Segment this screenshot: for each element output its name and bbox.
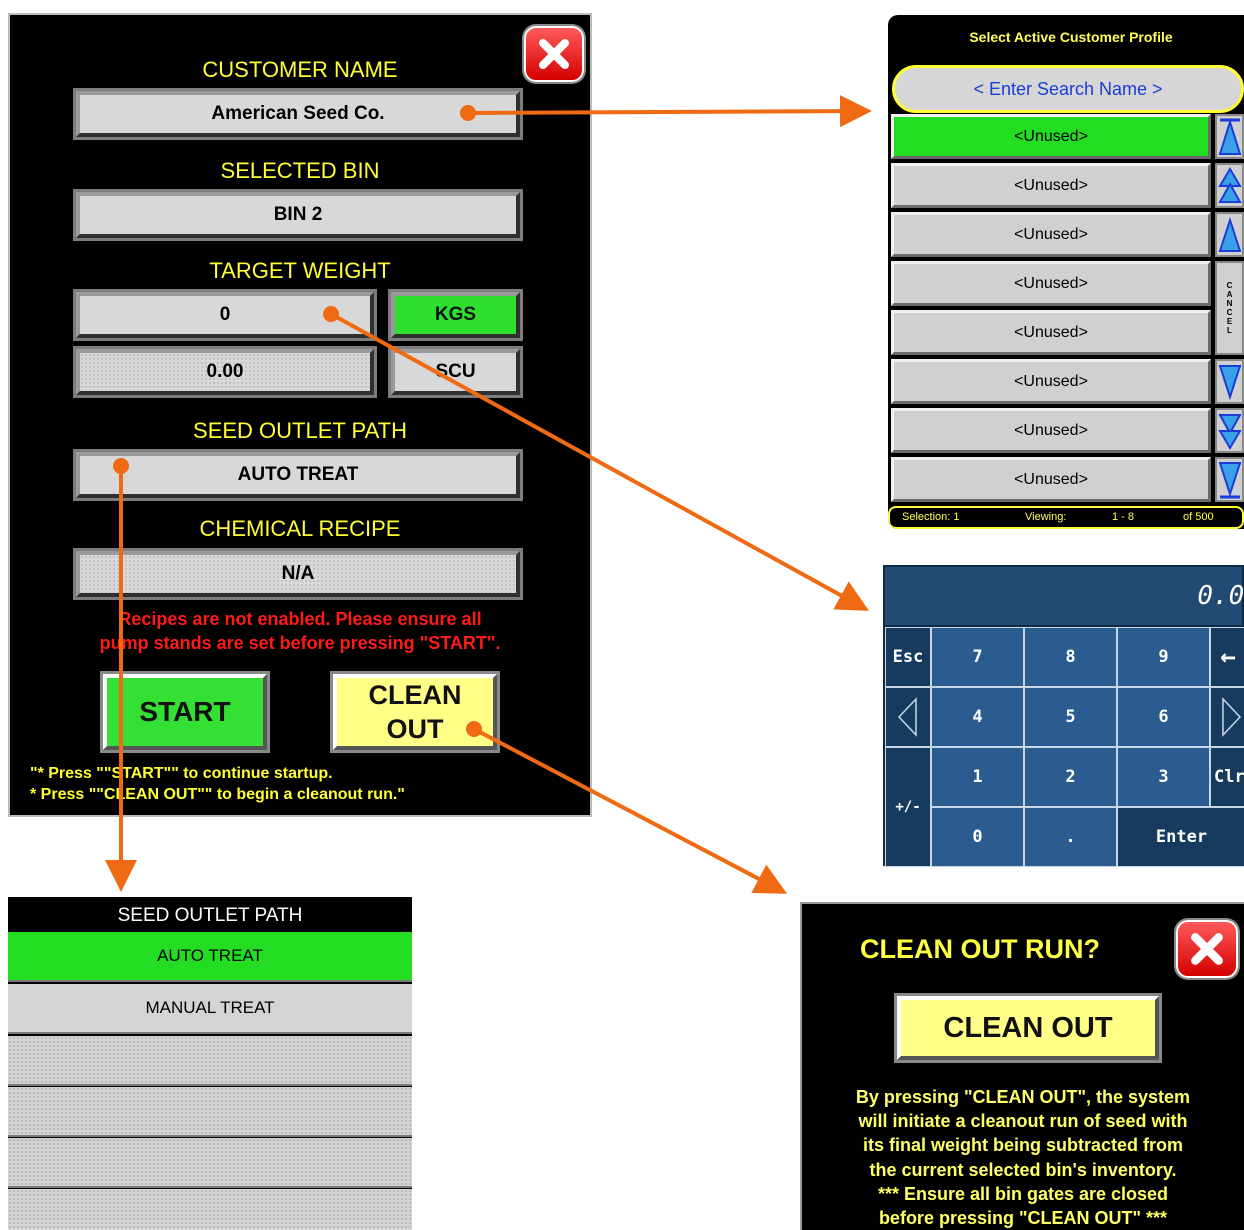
profile-row[interactable]: <Unused>: [891, 359, 1211, 404]
keypad-display-value: 0.00: [1197, 581, 1244, 611]
right-triangle-icon: [1222, 697, 1242, 737]
search-name-input[interactable]: < Enter Search Name >: [892, 65, 1244, 113]
dialog-text-line: before pressing "CLEAN OUT" ***: [878, 1208, 1168, 1228]
outlet-option-auto-treat[interactable]: AUTO TREAT: [8, 932, 412, 982]
profile-row[interactable]: <Unused>: [891, 261, 1211, 306]
scu-unit-button[interactable]: SCU: [388, 346, 523, 398]
selected-bin-label: SELECTED BIN: [220, 158, 380, 183]
selected-bin-field[interactable]: BIN 2: [73, 189, 523, 241]
status-selection: Selection: 1: [902, 511, 960, 523]
esc-key[interactable]: Esc: [885, 627, 931, 687]
target-weight-field[interactable]: 0: [73, 289, 377, 341]
key-9[interactable]: 9: [1117, 627, 1210, 687]
recipe-warning-line1: Recipes are not enabled. Please ensure a…: [118, 609, 482, 629]
outlet-option-empty: [8, 1138, 412, 1188]
start-button-label: START: [139, 696, 231, 727]
double-down-icon: [1217, 413, 1242, 450]
dialog-text-line: By pressing "CLEAN OUT", the system: [855, 1087, 1191, 1107]
customer-name-field[interactable]: American Seed Co.: [73, 88, 523, 140]
page-up-button[interactable]: [1215, 163, 1244, 208]
backspace-key[interactable]: ←: [1210, 627, 1244, 687]
outlet-option-manual-treat[interactable]: MANUAL TREAT: [8, 984, 412, 1034]
profile-row[interactable]: <Unused>: [891, 163, 1211, 208]
enter-key[interactable]: Enter: [1117, 807, 1244, 867]
status-viewing: Viewing:: [1025, 511, 1067, 523]
outlet-option-empty: [8, 1036, 412, 1086]
decimal-key[interactable]: .: [1024, 807, 1117, 867]
clear-key[interactable]: Clr: [1210, 747, 1244, 807]
clean-out-label-line2: OUT: [386, 714, 444, 744]
page-down-button[interactable]: [1215, 408, 1244, 453]
key-5[interactable]: 5: [1024, 687, 1117, 747]
plus-minus-key[interactable]: +/-: [885, 747, 931, 867]
clean-out-label-line1: CLEAN: [368, 680, 462, 710]
profile-row[interactable]: <Unused>: [891, 114, 1211, 159]
customer-name-label: CUSTOMER NAME: [202, 57, 398, 82]
scroll-up-button[interactable]: [1215, 212, 1244, 257]
profile-row[interactable]: <Unused>: [891, 310, 1211, 355]
dialog-clean-out-button[interactable]: CLEAN OUT: [894, 993, 1162, 1063]
profile-row[interactable]: <Unused>: [891, 457, 1211, 502]
status-range: 1 - 8: [1112, 511, 1135, 523]
left-triangle-icon: [897, 697, 917, 737]
key-0[interactable]: 0: [931, 807, 1024, 867]
scroll-top-button[interactable]: [1215, 114, 1244, 159]
keypad-display: 0.00: [885, 567, 1244, 627]
cancel-label: CANCEL: [1225, 281, 1234, 335]
clean-out-dialog-title: CLEAN OUT RUN?: [860, 934, 1100, 964]
scroll-top-icon: [1218, 118, 1241, 155]
clean-out-hint: * Press ""CLEAN OUT"" to begin a cleanou…: [30, 786, 405, 803]
key-2[interactable]: 2: [1024, 747, 1117, 807]
up-arrow-icon: [1218, 216, 1241, 252]
key-3[interactable]: 3: [1117, 747, 1210, 807]
outlet-option-empty: [8, 1189, 412, 1230]
seed-outlet-field[interactable]: AUTO TREAT: [73, 449, 523, 501]
start-button[interactable]: START: [100, 671, 270, 753]
kgs-unit-button[interactable]: KGS: [388, 289, 523, 341]
close-icon: [1191, 933, 1223, 965]
recipe-warning-line2: pump stands are set before pressing "STA…: [99, 633, 501, 653]
target-weight-label: TARGET WEIGHT: [209, 258, 391, 283]
dialog-text-line: its final weight being subtracted from: [862, 1135, 1184, 1155]
profile-row[interactable]: <Unused>: [891, 212, 1211, 257]
outlet-list-title: SEED OUTLET PATH: [117, 905, 303, 926]
chemical-recipe-label: CHEMICAL RECIPE: [199, 516, 401, 541]
scroll-down-button[interactable]: [1215, 359, 1244, 404]
dialog-text-line: will initiate a cleanout run of seed wit…: [858, 1111, 1188, 1131]
cancel-button[interactable]: CANCEL: [1215, 261, 1244, 355]
key-6[interactable]: 6: [1117, 687, 1210, 747]
dialog-close-button[interactable]: [1176, 920, 1238, 978]
down-arrow-icon: [1218, 364, 1241, 400]
clean-out-button[interactable]: CLEAN OUT: [330, 671, 500, 753]
numeric-keypad: 0.00 Esc 7 8 9 ← 4 5 6 +/- 1 2 3 Clr 0 .…: [883, 565, 1244, 867]
setup-panel: CUSTOMER NAME American Seed Co. SELECTED…: [8, 13, 592, 817]
chemical-recipe-field: N/A: [73, 548, 523, 600]
dialog-text-line: the current selected bin's inventory.: [869, 1160, 1177, 1180]
profile-title: Select Active Customer Profile: [969, 29, 1173, 45]
key-7[interactable]: 7: [931, 627, 1024, 687]
key-1[interactable]: 1: [931, 747, 1024, 807]
status-total: of 500: [1183, 511, 1214, 523]
profile-status-bar: Selection: 1 Viewing: 1 - 8 of 500: [888, 506, 1244, 529]
double-up-icon: [1217, 166, 1242, 203]
key-4[interactable]: 4: [931, 687, 1024, 747]
seed-outlet-list-panel: SEED OUTLET PATH AUTO TREAT MANUAL TREAT: [8, 897, 412, 1230]
scroll-bottom-button[interactable]: [1215, 457, 1244, 502]
outlet-option-empty: [8, 1087, 412, 1137]
key-8[interactable]: 8: [1024, 627, 1117, 687]
start-hint: "* Press ""START"" to continue startup.: [30, 765, 333, 782]
secondary-weight-field: 0.00: [73, 346, 377, 398]
clean-out-dialog: CLEAN OUT RUN? CLEAN OUT By pressing "CL…: [800, 902, 1244, 1230]
cursor-right-key[interactable]: [1210, 687, 1244, 747]
scroll-bottom-icon: [1218, 461, 1241, 498]
dialog-text-line: *** Ensure all bin gates are closed: [877, 1184, 1169, 1204]
customer-profile-panel: Select Active Customer Profile < Enter S…: [888, 15, 1244, 529]
cursor-left-key[interactable]: [885, 687, 931, 747]
profile-row[interactable]: <Unused>: [891, 408, 1211, 453]
seed-outlet-label: SEED OUTLET PATH: [193, 418, 407, 443]
